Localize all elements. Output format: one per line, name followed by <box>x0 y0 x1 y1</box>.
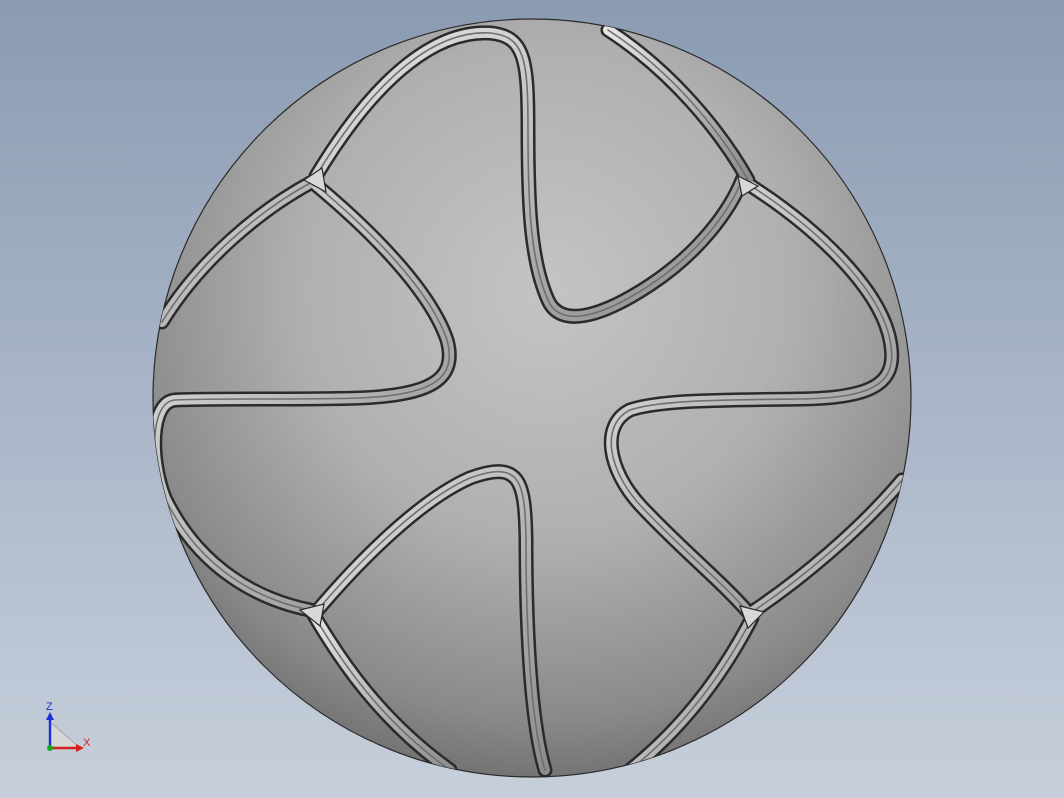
z-axis-label: Z <box>46 701 53 713</box>
triad-plane <box>49 721 82 749</box>
x-axis-label: X <box>83 737 91 749</box>
graphics-viewport[interactable]: Z X <box>0 0 1064 798</box>
model-canvas[interactable]: Z X <box>0 0 1064 798</box>
triad-origin <box>47 745 53 751</box>
axis-triad: Z X <box>46 701 91 752</box>
ball-model[interactable] <box>152 18 912 778</box>
z-axis-arrow <box>46 712 54 720</box>
